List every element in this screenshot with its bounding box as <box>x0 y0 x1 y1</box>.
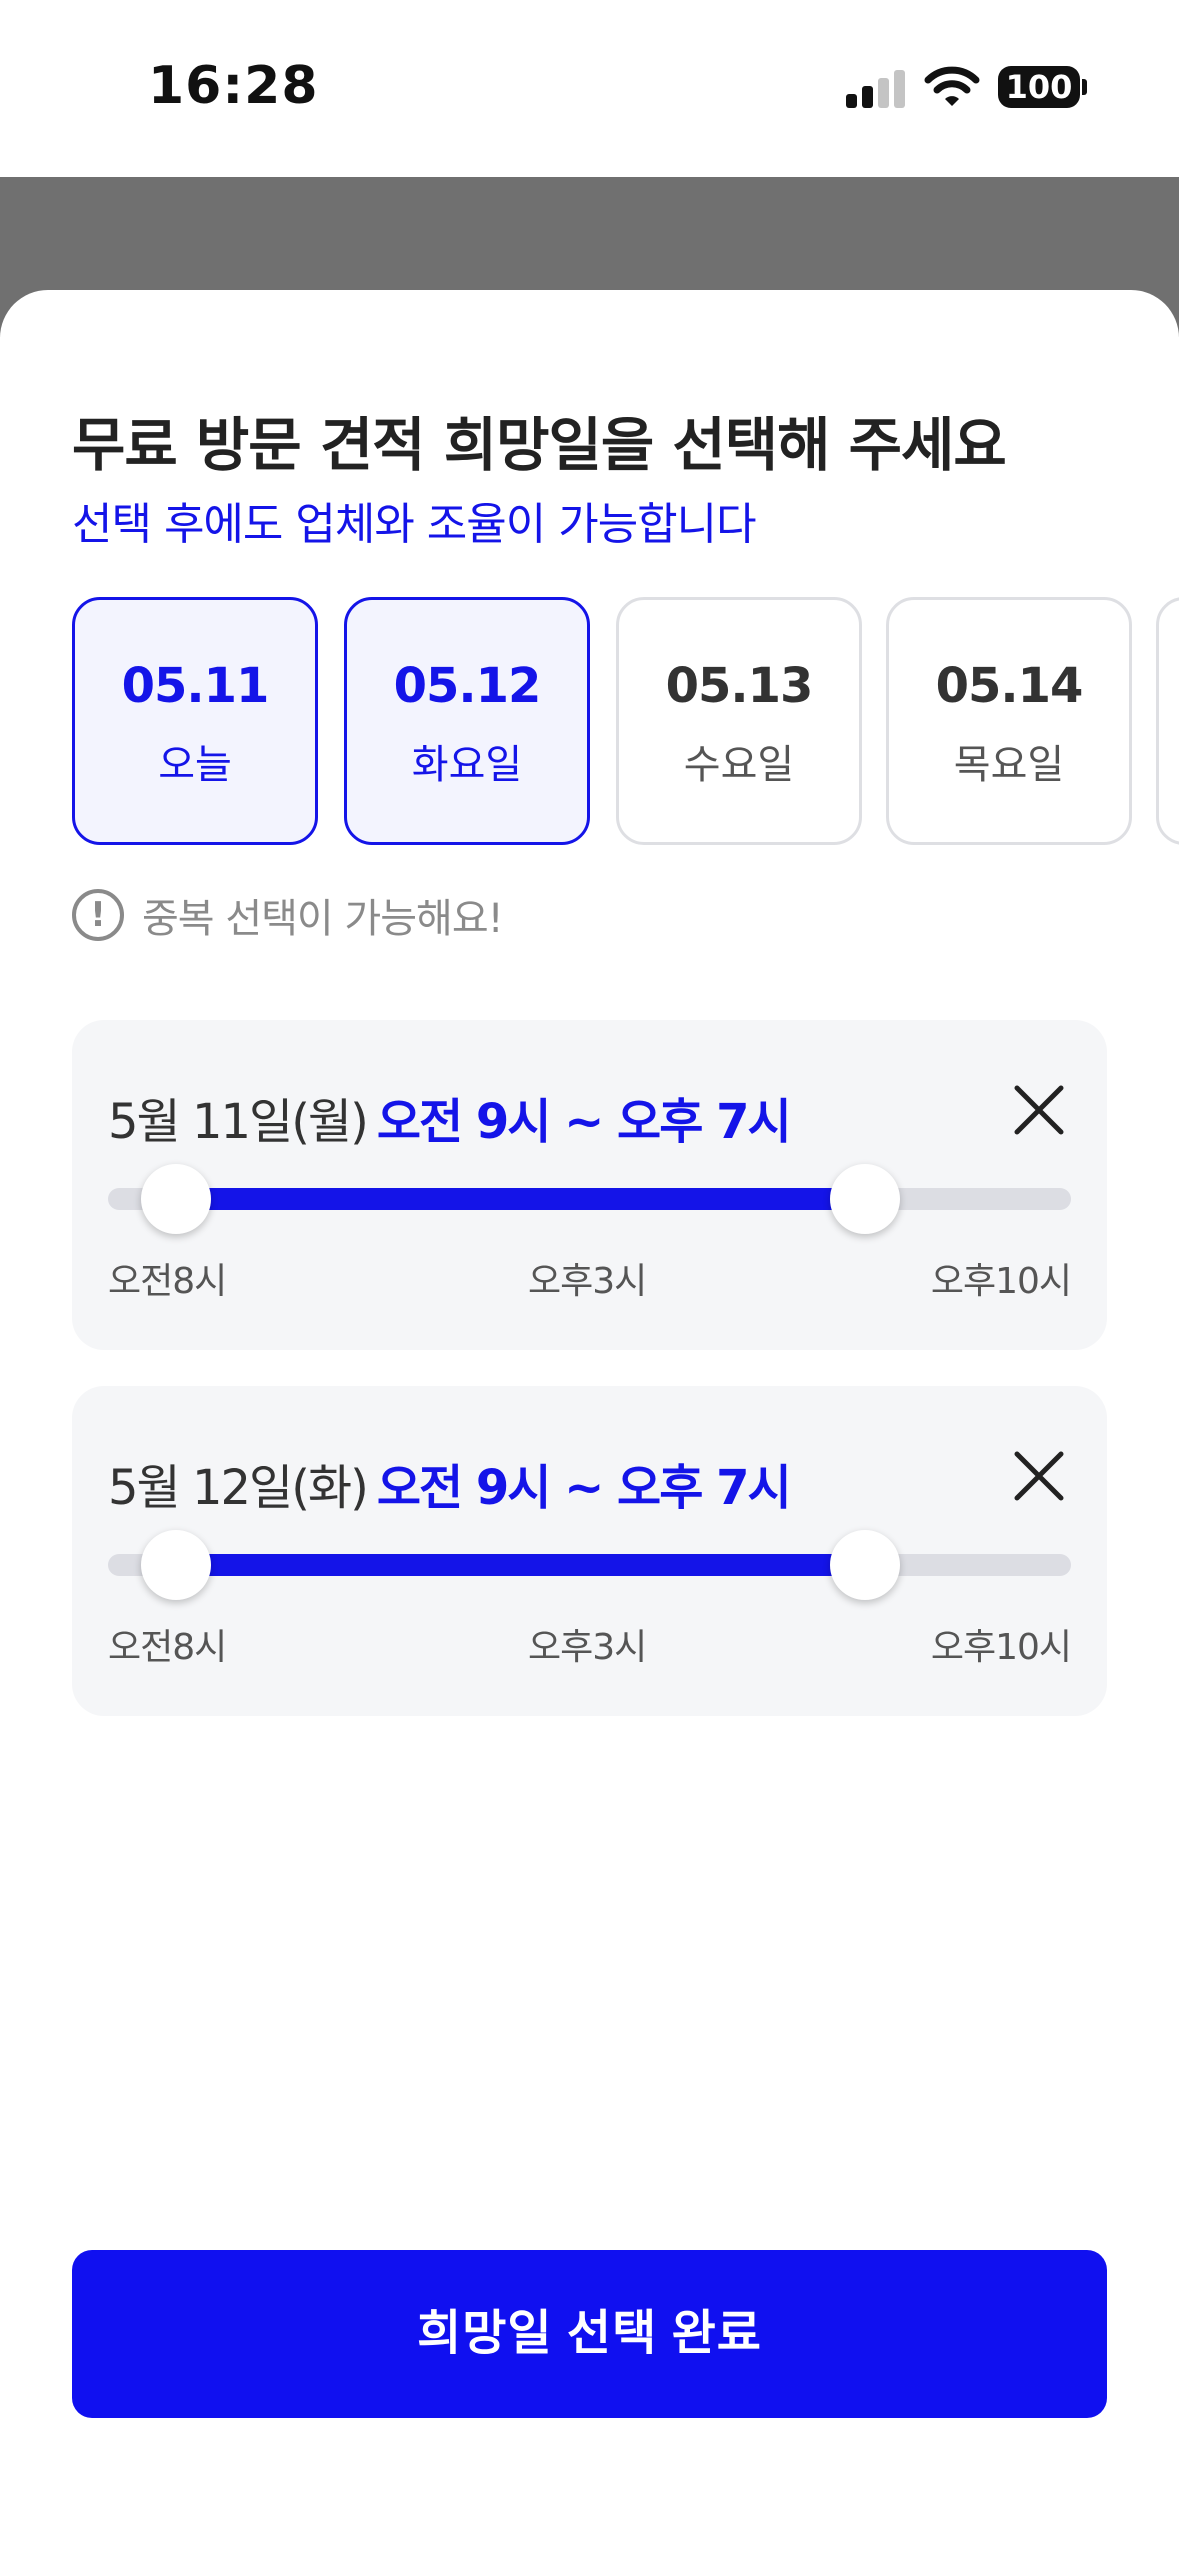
slider-min-label: 오전8시 <box>108 1627 227 1668</box>
slider-end-handle[interactable] <box>829 1164 900 1234</box>
time-slot-date: 5월 12일(화) <box>108 1460 369 1516</box>
slider-selected-range <box>176 1188 865 1210</box>
multi-select-notice: ! 중복 선택이 가능해요! <box>72 885 504 945</box>
slider-end-handle[interactable] <box>829 1530 900 1600</box>
close-icon[interactable] <box>1007 1078 1071 1142</box>
time-slot-date: 5월 11일(월) <box>108 1094 369 1150</box>
time-slot-heading: 5월 12일(화) 오전 9시 ~ 오후 7시 <box>108 1448 792 1518</box>
slider-min-label: 오전8시 <box>108 1261 227 1302</box>
sheet-title: 무료 방문 견적 희망일을 선택해 주세요 <box>72 411 1007 479</box>
slider-selected-range <box>176 1554 865 1576</box>
slider-start-handle[interactable] <box>141 1164 212 1234</box>
date-chip-0513[interactable]: 05.13 수요일 <box>616 597 862 845</box>
time-range-slider[interactable] <box>108 1164 1071 1234</box>
slider-mid-label: 오후3시 <box>528 1261 647 1302</box>
slider-mid-label: 오후3시 <box>528 1627 647 1668</box>
slider-max-label: 오후10시 <box>930 1261 1072 1302</box>
battery-icon: 100 <box>998 66 1080 108</box>
date-chip-day: 오늘 <box>158 742 232 788</box>
date-chip-day: 목요일 <box>953 742 1065 788</box>
status-time: 16:28 <box>148 56 319 116</box>
time-slot-card-0512: 5월 12일(화) 오전 9시 ~ 오후 7시 오전8시 오후3시 오후10시 <box>72 1386 1107 1716</box>
status-bar: 16:28 100 <box>0 0 1179 177</box>
date-chip-next-partial[interactable] <box>1156 597 1179 845</box>
slider-max-label: 오후10시 <box>930 1627 1072 1668</box>
slider-start-handle[interactable] <box>141 1530 212 1600</box>
time-slot-range: 오전 9시 ~ 오후 7시 <box>376 1094 792 1150</box>
time-slot-range: 오전 9시 ~ 오후 7시 <box>376 1460 792 1516</box>
notice-text: 중복 선택이 가능해요! <box>142 896 504 942</box>
date-chip-date: 05.13 <box>665 658 814 714</box>
screen: 16:28 100 무료 방문 견적 희망일을 선택해 주세요 선택 후에도 업… <box>0 0 1179 2556</box>
battery-tip <box>1082 79 1087 95</box>
date-chip-day: 화요일 <box>411 742 523 788</box>
date-chip-0512[interactable]: 05.12 화요일 <box>344 597 590 845</box>
close-icon[interactable] <box>1007 1444 1071 1508</box>
wifi-icon <box>924 66 980 106</box>
time-slot-heading: 5월 11일(월) 오전 9시 ~ 오후 7시 <box>108 1082 792 1152</box>
date-chip-date: 05.11 <box>121 658 270 714</box>
confirm-dates-button[interactable]: 희망일 선택 완료 <box>72 2250 1107 2418</box>
date-chip-date: 05.14 <box>935 658 1084 714</box>
date-chip-day: 수요일 <box>683 742 795 788</box>
exclamation-circle-icon: ! <box>72 889 124 941</box>
date-chip-0514[interactable]: 05.14 목요일 <box>886 597 1132 845</box>
date-chip-date: 05.12 <box>393 658 542 714</box>
cellular-signal-icon <box>846 68 906 108</box>
time-range-slider[interactable] <box>108 1530 1071 1600</box>
sheet-subtitle: 선택 후에도 업체와 조율이 가능합니다 <box>72 499 757 550</box>
date-chip-row[interactable]: 05.11 오늘 05.12 화요일 05.13 수요일 05.14 목요일 <box>72 597 1179 845</box>
time-slot-card-0511: 5월 11일(월) 오전 9시 ~ 오후 7시 오전8시 오후3시 오후10시 <box>72 1020 1107 1350</box>
date-chip-0511[interactable]: 05.11 오늘 <box>72 597 318 845</box>
